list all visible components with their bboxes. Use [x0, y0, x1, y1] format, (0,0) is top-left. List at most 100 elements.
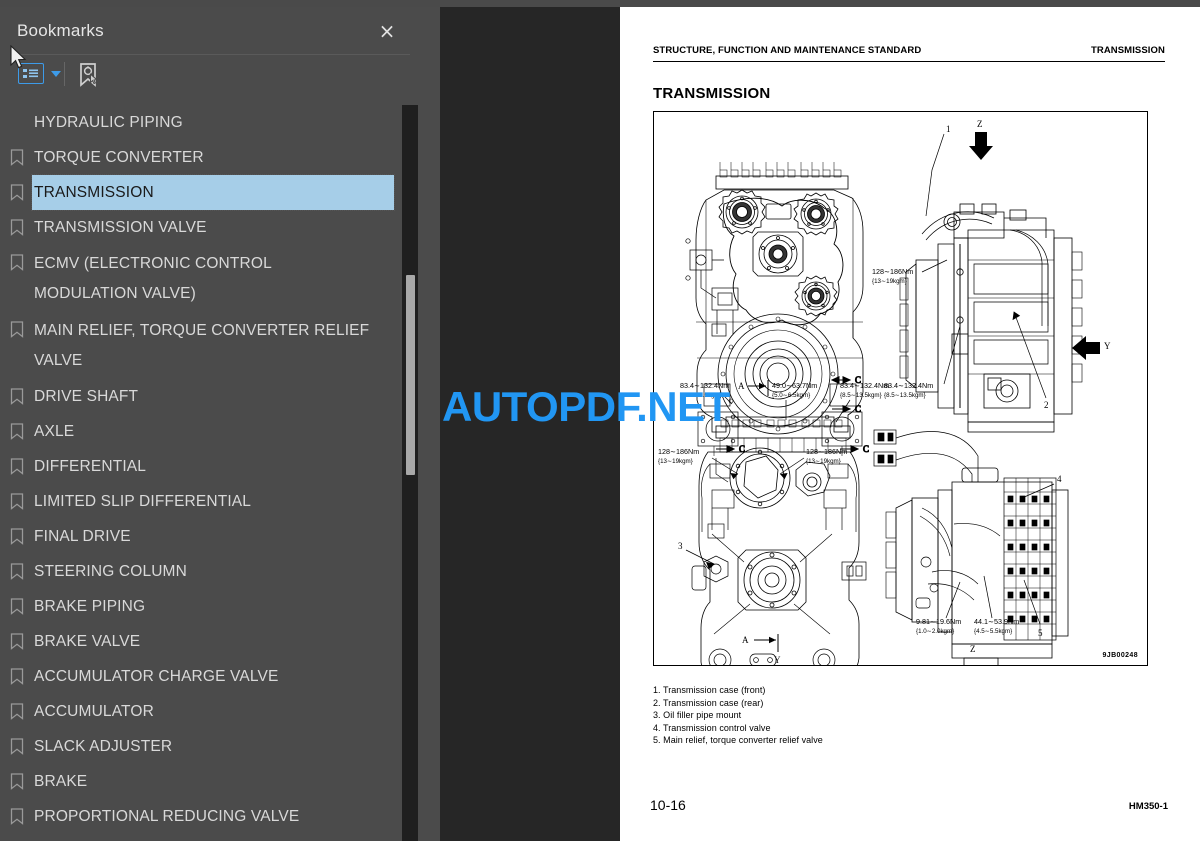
bookmark-flag [0, 414, 34, 440]
bookmark-flag [0, 589, 34, 615]
bookmark-flag [0, 834, 34, 841]
bookmark-item-label: BRAKE VALVE [34, 633, 141, 650]
bookmark-item-label: DIFFERENTIAL [34, 458, 147, 475]
callout-t10-line1: 44.1∼53.9Nm [974, 617, 1019, 626]
bookmark-item-label: PROPORTIONAL REDUCING VALVE [34, 808, 300, 825]
bookmark-item-accumulator[interactable]: ACCUMULATOR [0, 694, 418, 729]
bookmark-flag-icon [10, 563, 24, 580]
bookmarks-list: HYDRAULIC PIPING TORQUE CONVERTER TRANSM… [0, 105, 418, 841]
bookmark-flag-icon [10, 738, 24, 755]
callout-t9-line1: 9.81∼19.6Nm [916, 617, 961, 626]
bookmark-flag-icon [10, 423, 24, 440]
callout-t10-line2: {4.5∼5.5kgm} [974, 628, 1012, 635]
window-top-strip [0, 0, 1200, 7]
bookmark-item-label: BRAKE PIPING [34, 598, 146, 615]
bookmark-flag [0, 799, 34, 825]
bookmark-flag [0, 659, 34, 685]
bookmark-item-label: STEERING COLUMN [34, 563, 187, 580]
bookmark-item-drive-shaft[interactable]: DRIVE SHAFT [0, 379, 418, 414]
bookmark-flag-icon [10, 668, 24, 685]
bookmark-flag-icon [10, 633, 24, 650]
bookmark-flag-icon [10, 254, 24, 271]
page-number: 10-16 [650, 797, 686, 813]
close-icon[interactable]: × [376, 21, 398, 43]
bookmark-item-hydraulic-piping[interactable]: HYDRAULIC PIPING [0, 105, 418, 140]
bookmark-flag-icon [10, 458, 24, 475]
bookmark-item-brake-valve[interactable]: BRAKE VALVE [0, 624, 418, 659]
svg-text:Z: Z [977, 119, 983, 129]
bookmark-item-steering-column[interactable]: STEERING COLUMN [0, 554, 418, 589]
bookmark-item-label: AXLE [34, 423, 75, 440]
toolbar-divider [64, 62, 65, 86]
bookmark-item-slack-adjuster[interactable]: SLACK ADJUSTER [0, 729, 418, 764]
bookmark-flag-icon [10, 773, 24, 790]
bookmark-item-label: LIMITED SLIP DIFFERENTIAL [34, 493, 252, 510]
bookmark-item-label: TRANSMISSION VALVE [34, 219, 207, 236]
bookmarks-panel-header: Bookmarks × [0, 7, 418, 55]
bookmark-flag-icon [10, 808, 24, 825]
bookmark-item-label: ACCUMULATOR [34, 703, 154, 720]
bookmarks-panel-title: Bookmarks [17, 21, 104, 40]
bookmark-flag [0, 519, 34, 545]
bookmark-item-label: SLACK ADJUSTER [34, 738, 173, 755]
model-code: HM350-1 [1128, 801, 1168, 812]
callout-t9-line2: {1.0∼2.0kgm} [916, 628, 954, 635]
callout-t7-line2: {8.5∼13.5kgm} [884, 392, 926, 399]
callout-t6-line2: {13∼19kgm} [806, 458, 841, 465]
bookmark-options-button[interactable] [18, 63, 61, 84]
bookmark-item-label: TORQUE CONVERTER [34, 149, 204, 166]
bookmark-flag [0, 624, 34, 650]
bookmark-item-brake-system-tank[interactable]: BRAKE SYSTEM TANK [0, 834, 418, 841]
bookmark-flag-icon [10, 321, 24, 338]
bookmark-item-limited-slip-differential[interactable]: LIMITED SLIP DIFFERENTIAL [0, 484, 418, 519]
bookmark-flag [0, 140, 34, 166]
svg-text:C: C [855, 404, 861, 414]
bookmark-item-axle[interactable]: AXLE [0, 414, 418, 449]
chevron-down-icon [51, 70, 61, 77]
ref-4: 4 [1057, 474, 1062, 484]
bookmarks-scrollbar-thumb[interactable] [406, 275, 415, 475]
running-head-right: TRANSMISSION [1090, 45, 1165, 56]
bookmarks-scroll-region[interactable]: HYDRAULIC PIPING TORQUE CONVERTER TRANSM… [0, 105, 418, 841]
svg-text:2: 2 [1044, 400, 1049, 410]
ref-3: 3 [678, 541, 683, 551]
bookmark-item-main-relief-torque-converter-relief-valve[interactable]: MAIN RELIEF, TORQUE CONVERTER RELIEF VAL… [0, 312, 418, 379]
bookmark-item-final-drive[interactable]: FINAL DRIVE [0, 519, 418, 554]
bookmark-item-ecmv-electronic-control-modulation-valve[interactable]: ECMV (ELECTRONIC CONTROL MODULATION VALV… [0, 245, 418, 312]
bookmark-flag [0, 694, 34, 720]
bookmark-item-label: FINAL DRIVE [34, 528, 131, 545]
new-bookmark-button[interactable] [76, 61, 102, 89]
callout-t6-line1: 128∼186Nm [806, 447, 847, 456]
bookmark-flag [0, 484, 34, 510]
callout-t5-line2: {13∼19kgm} [658, 458, 693, 465]
bookmark-item-label: HYDRAULIC PIPING [34, 114, 183, 131]
callout-t4-line1: 128∼186Nm [872, 267, 913, 276]
bookmark-flag-icon [10, 184, 24, 201]
bookmark-item-torque-converter[interactable]: TORQUE CONVERTER [0, 140, 418, 175]
svg-text:Y: Y [774, 655, 781, 665]
callout-t4-line2: {13∼19kgm} [872, 278, 907, 285]
svg-text:1: 1 [946, 124, 951, 134]
watermark-part-1: AUTOPDF [442, 383, 637, 430]
bookmark-item-label: DRIVE SHAFT [34, 388, 139, 405]
bookmark-flag-icon [10, 149, 24, 166]
page-title: TRANSMISSION [653, 85, 771, 102]
bookmark-item-label: ECMV (ELECTRONIC CONTROL MODULATION VALV… [34, 255, 276, 302]
bookmark-item-proportional-reducing-valve[interactable]: PROPORTIONAL REDUCING VALVE [0, 799, 418, 834]
new-bookmark-icon [80, 63, 98, 87]
svg-text:Y: Y [1104, 341, 1111, 351]
bookmark-item-transmission-valve[interactable]: TRANSMISSION VALVE [0, 210, 418, 245]
bookmark-flag [0, 449, 34, 475]
bookmark-item-brake[interactable]: BRAKE [0, 764, 418, 799]
bookmark-item-brake-piping[interactable]: BRAKE PIPING [0, 589, 418, 624]
page-running-head: STRUCTURE, FUNCTION AND MAINTENANCE STAN… [653, 45, 1165, 62]
bookmark-flag [0, 764, 34, 790]
bookmarks-toolbar [0, 55, 418, 99]
bookmark-item-differential[interactable]: DIFFERENTIAL [0, 449, 418, 484]
bookmark-item-label: TRANSMISSION [31, 174, 395, 211]
bookmark-item-accumulator-charge-valve[interactable]: ACCUMULATOR CHARGE VALVE [0, 659, 418, 694]
bookmark-flag [0, 312, 34, 338]
bookmark-item-transmission[interactable]: TRANSMISSION [0, 174, 418, 211]
list-options-icon [18, 63, 44, 84]
bookmarks-scrollbar-track[interactable] [402, 105, 418, 841]
